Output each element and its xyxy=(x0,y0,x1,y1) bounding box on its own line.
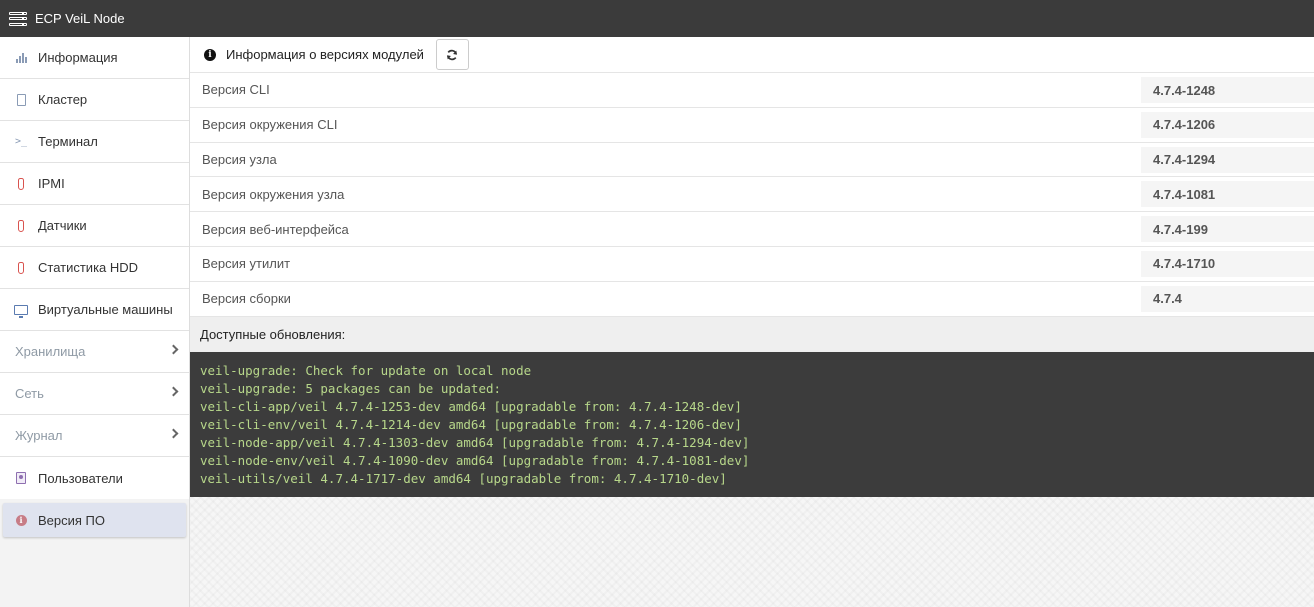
console-line: veil-node-env/veil 4.7.4-1090-dev amd64 … xyxy=(200,452,750,468)
version-value: 4.7.4-1081 xyxy=(1141,181,1314,208)
sidebar-item-label: Виртуальные машины xyxy=(38,302,173,317)
console-line: veil-upgrade: Check for update on local … xyxy=(200,362,532,378)
table-row: Версия CLI 4.7.4-1248 xyxy=(190,73,1314,108)
chevron-right-icon xyxy=(168,386,179,397)
sidebar-item-label: Терминал xyxy=(38,134,98,149)
building-icon xyxy=(14,93,28,107)
sidebar-item-cluster[interactable]: Кластер xyxy=(0,79,189,121)
sidebar-item-label: IPMI xyxy=(38,176,65,191)
sidebar-item-label: Пользователи xyxy=(38,470,123,486)
console-line: veil-node-app/veil 4.7.4-1303-dev amd64 … xyxy=(200,434,750,450)
version-value: 4.7.4-199 xyxy=(1141,216,1314,243)
version-label: Версия узла xyxy=(202,151,277,167)
console-line: veil-upgrade: 5 packages can be updated: xyxy=(200,380,502,396)
sidebar-item-virtual-machines[interactable]: Виртуальные машины xyxy=(0,289,189,331)
user-card-icon xyxy=(14,471,28,485)
app-title: ECP VeiL Node xyxy=(35,11,125,26)
sidebar-item-hdd-stats[interactable]: Статистика HDD xyxy=(0,247,189,289)
thermometer-icon xyxy=(14,219,28,233)
refresh-button[interactable] xyxy=(435,39,469,70)
table-row: Версия окружения узла 4.7.4-1081 xyxy=(190,177,1314,213)
sidebar-item-software-version[interactable]: i Версия ПО xyxy=(3,503,186,537)
sidebar-item-label: Журнал xyxy=(15,428,63,443)
chevron-right-icon xyxy=(168,344,179,355)
top-bar: ECP VeiL Node xyxy=(0,0,1314,37)
sidebar-item-info[interactable]: Информация xyxy=(0,37,189,79)
version-label: Версия CLI xyxy=(202,82,270,98)
bar-chart-icon xyxy=(14,51,28,65)
sidebar-item-label: Статистика HDD xyxy=(38,260,139,275)
console-line: veil-cli-app/veil 4.7.4-1253-dev amd64 [… xyxy=(200,398,742,414)
sidebar-item-label: Версия ПО xyxy=(38,512,105,528)
table-row: Версия сборки 4.7.4 xyxy=(190,282,1314,317)
table-row: Версия окружения CLI 4.7.4-1206 xyxy=(190,108,1314,143)
sidebar-item-label: Сеть xyxy=(15,386,44,401)
thermometer-icon xyxy=(14,177,28,191)
available-updates-label: Доступные обновления: xyxy=(190,316,1314,352)
console-line: veil-cli-env/veil 4.7.4-1214-dev amd64 [… xyxy=(200,416,742,432)
update-console: veil-upgrade: Check for update on local … xyxy=(190,351,1314,497)
version-value: 4.7.4 xyxy=(1141,285,1314,312)
table-row: Версия узла 4.7.4-1294 xyxy=(190,143,1314,178)
version-label: Версия утилит xyxy=(202,256,291,272)
table-row: Версия утилит 4.7.4-1710 xyxy=(190,247,1314,282)
chevron-right-icon xyxy=(168,428,179,439)
version-value: 4.7.4-1248 xyxy=(1141,77,1314,103)
table-row: Версия веб-интерфейса 4.7.4-199 xyxy=(190,212,1314,247)
sidebar: Информация Кластер >_ Терминал IPMI Датч… xyxy=(0,37,190,607)
sidebar-item-label: Кластер xyxy=(38,92,88,107)
sidebar-item-ipmi[interactable]: IPMI xyxy=(0,163,189,205)
sidebar-item-journal[interactable]: Журнал xyxy=(0,415,189,457)
panel-title: Информация о версиях модулей xyxy=(226,47,424,62)
version-label: Версия веб-интерфейса xyxy=(202,221,349,237)
info-icon: i xyxy=(14,513,28,527)
thermometer-icon xyxy=(14,261,28,275)
version-label: Версия сборки xyxy=(202,291,291,307)
terminal-icon: >_ xyxy=(14,136,28,147)
version-value: 4.7.4-1710 xyxy=(1141,250,1314,277)
version-label: Версия окружения CLI xyxy=(202,117,338,133)
console-line: veil-utils/veil 4.7.4-1717-dev amd64 [up… xyxy=(200,470,727,486)
sidebar-item-label: Хранилища xyxy=(15,344,86,359)
refresh-icon xyxy=(447,49,458,60)
monitor-icon xyxy=(14,303,28,318)
main-content: i Информация о версиях модулей Версия CL… xyxy=(190,37,1314,607)
sidebar-item-network[interactable]: Сеть xyxy=(0,373,189,415)
version-value: 4.7.4-1206 xyxy=(1141,111,1314,138)
panel-header: i Информация о версиях модулей xyxy=(190,37,1314,73)
info-icon: i xyxy=(204,48,216,61)
sidebar-item-label: Датчики xyxy=(38,218,87,233)
version-value: 4.7.4-1294 xyxy=(1141,146,1314,173)
sidebar-item-storage[interactable]: Хранилища xyxy=(0,331,189,373)
sidebar-item-users[interactable]: Пользователи xyxy=(0,457,189,499)
sidebar-item-sensors[interactable]: Датчики xyxy=(0,205,189,247)
sidebar-item-terminal[interactable]: >_ Терминал xyxy=(0,121,189,163)
version-label: Версия окружения узла xyxy=(202,186,345,202)
sidebar-item-label: Информация xyxy=(38,50,118,65)
server-icon xyxy=(9,11,27,26)
version-table: Версия CLI 4.7.4-1248 Версия окружения C… xyxy=(190,73,1314,317)
